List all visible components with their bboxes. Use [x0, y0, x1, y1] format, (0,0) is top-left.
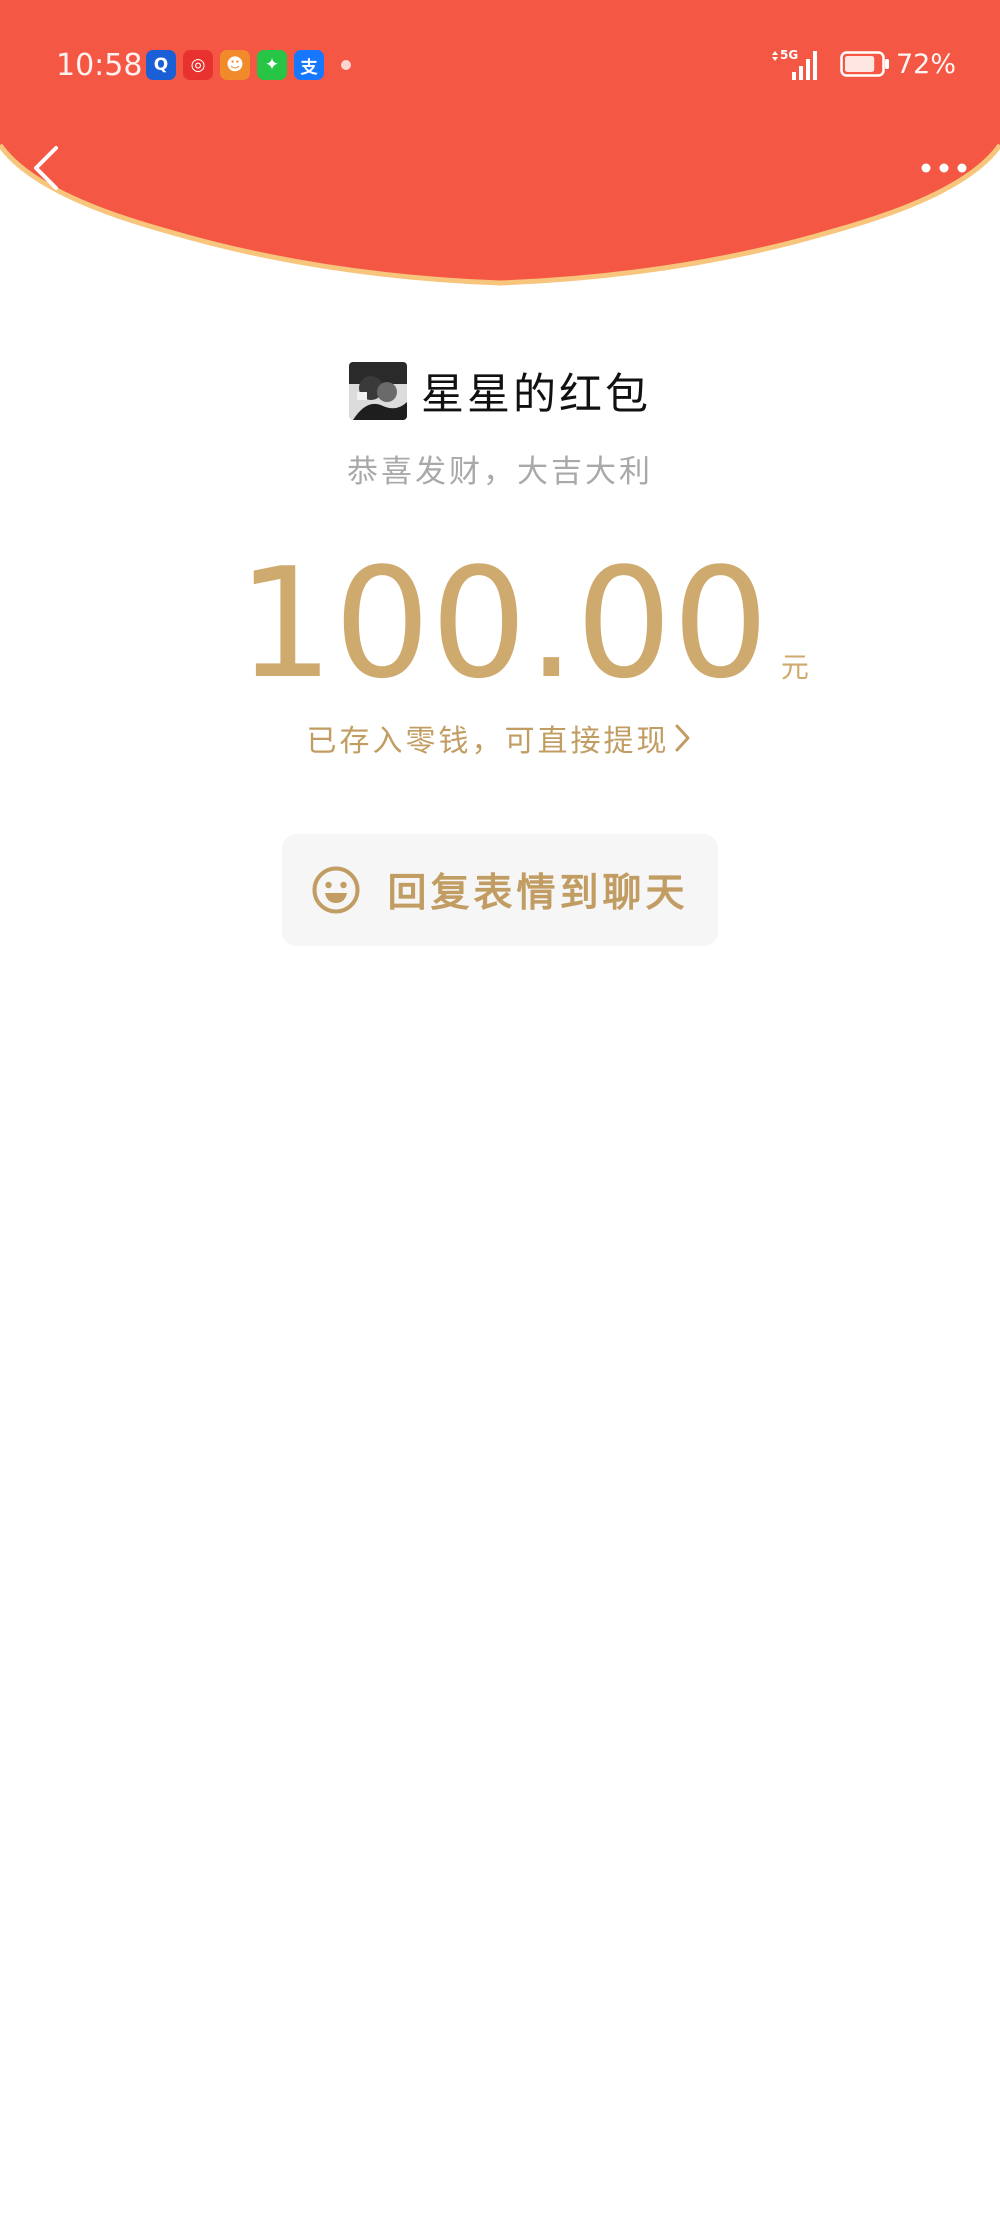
avatar[interactable]	[349, 362, 407, 420]
chevron-right-icon	[675, 724, 689, 752]
back-button[interactable]	[22, 140, 72, 196]
sender-name: 星星的红包	[421, 370, 651, 420]
deposit-note: 已存入零钱，可直接提现	[306, 724, 670, 759]
game-center-icon: ☻	[220, 50, 250, 80]
greeting-text: 恭喜发财，大吉大利	[347, 454, 653, 490]
netease-music-icon: ◎	[183, 50, 213, 80]
status-bar: 10:58 Q ◎ ☻ ✦ 支 5G 72%	[0, 0, 1000, 130]
qq-browser-icon: Q	[146, 50, 176, 80]
sender-row: 星星的红包	[0, 360, 1000, 422]
battery-percent: 72%	[895, 48, 956, 80]
smiley-icon	[312, 866, 360, 914]
more-notifications-dot	[341, 60, 351, 70]
wechat-mini-icon: ✦	[257, 50, 287, 80]
alipay-icon: 支	[294, 50, 324, 80]
amount-row: 100.00 元	[0, 548, 1000, 700]
status-right: 5G 72%	[770, 46, 956, 82]
more-dots-icon	[921, 163, 967, 173]
signal-5g-icon: 5G	[771, 48, 817, 80]
network-label: 5G	[780, 48, 798, 62]
more-button[interactable]	[916, 150, 972, 186]
amount-unit: 元	[780, 651, 809, 684]
battery-fill	[844, 56, 875, 72]
notification-icons: Q ◎ ☻ ✦ 支	[146, 50, 351, 80]
battery-icon	[840, 51, 889, 77]
status-time: 10:58	[56, 48, 143, 83]
deposit-link[interactable]: 已存入零钱，可直接提现	[0, 716, 1000, 760]
chevron-left-icon	[34, 146, 58, 190]
reply-sticker-button[interactable]: 回复表情到聊天	[282, 834, 718, 946]
reply-button-label: 回复表情到聊天	[387, 870, 689, 916]
amount-value: 100.00	[237, 535, 769, 712]
